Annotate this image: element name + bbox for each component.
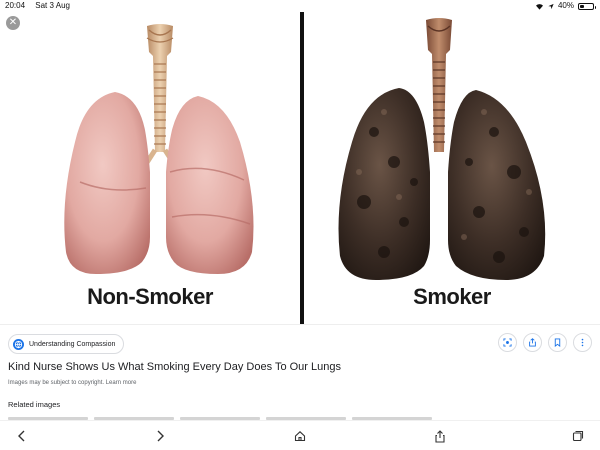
more-vertical-icon [581,338,584,347]
share-toolbar-button[interactable] [432,428,448,444]
related-images-heading: Related images [8,400,61,409]
location-arrow-icon [548,3,554,9]
status-bar: 20:04 Sat 3 Aug 40% [0,0,600,12]
copyright-text: Images may be subject to copyright. [8,380,105,386]
bookmark-icon [554,338,561,347]
source-name: Understanding Compassion [29,340,116,348]
result-info: Understanding Compassion Kind Nurse Show… [0,324,600,420]
battery-icon [578,2,596,10]
battery-level [580,4,584,8]
copyright-notice: Images may be subject to copyright. Lear… [8,380,136,386]
smoker-panel: Smoker [304,12,600,324]
result-title[interactable]: Kind Nurse Shows Us What Smoking Every D… [8,361,341,373]
more-options-button[interactable] [573,333,592,352]
close-button[interactable]: ✕ [6,16,20,30]
status-date: Sat 3 Aug [35,1,70,10]
result-actions [498,333,592,352]
share-icon [529,338,536,347]
smoker-caption: Smoker [413,284,491,309]
globe-icon [13,338,24,350]
wifi-icon [535,3,543,10]
status-left: 20:04 Sat 3 Aug [5,0,78,12]
home-icon [294,431,306,442]
lens-button[interactable] [498,333,517,352]
healthy-lungs-image [64,24,254,274]
tabs-icon [572,430,584,442]
back-button[interactable] [14,428,30,444]
image-viewer[interactable]: Non-Smoker Smoker ✕ [0,12,600,324]
forward-button[interactable] [152,428,168,444]
chevron-left-icon [18,430,25,442]
bottom-toolbar [0,420,600,450]
non-smoker-caption: Non-Smoker [87,284,213,309]
lens-icon [503,338,512,347]
smoker-lungs-image [338,18,546,280]
close-icon: ✕ [8,17,18,28]
save-button[interactable] [548,333,567,352]
status-time: 20:04 [5,1,26,10]
non-smoker-panel: Non-Smoker [0,12,300,324]
source-chip[interactable]: Understanding Compassion [8,334,125,354]
share-button[interactable] [523,333,542,352]
learn-more-link[interactable]: Learn more [106,380,137,386]
chevron-right-icon [157,430,164,442]
share-icon [435,429,445,443]
home-button[interactable] [292,428,308,444]
status-right: 40% [535,0,596,12]
tabs-button[interactable] [570,428,586,444]
battery-percent: 40% [557,1,574,10]
